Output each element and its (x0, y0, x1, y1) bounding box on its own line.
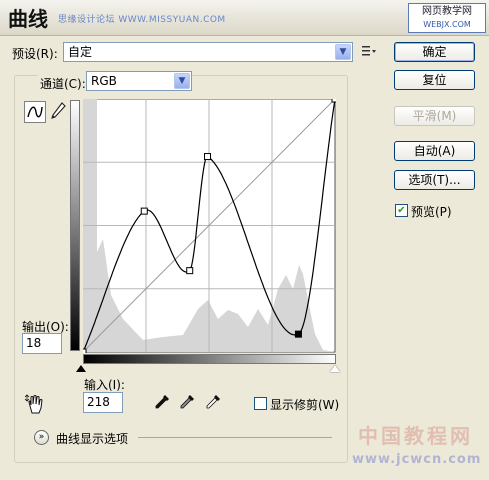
preset-select[interactable]: 自定 ▼ (63, 42, 353, 62)
watermark-url: www.jcwcn.com (352, 452, 482, 467)
show-clipping-label: 显示修剪(W) (270, 398, 340, 412)
curve-point-tool-icon[interactable] (24, 101, 46, 123)
site-badge-url: WEBJX.COM (423, 20, 471, 29)
watermark-text: 中国教程网 (358, 424, 473, 448)
input-label: 输入(I): (84, 378, 125, 392)
options-button[interactable]: 选项(T)... (394, 170, 475, 190)
pencil-tool-icon[interactable] (49, 101, 67, 123)
chevron-down-icon: ▼ (174, 73, 190, 89)
dialog-title: 曲线 (8, 7, 48, 31)
on-image-adjust-hand-icon[interactable] (24, 393, 46, 415)
smooth-button[interactable]: 平滑(M) (394, 106, 475, 126)
channel-value: RGB (91, 74, 117, 88)
site-badge: 网页教学网 WEBJX.COM (408, 3, 486, 33)
output-field[interactable]: 18 (22, 333, 62, 354)
preset-options-icon[interactable] (360, 44, 378, 60)
curve-display-options-label: 曲线显示选项 (56, 432, 129, 446)
title-watermark: 思缘设计论坛 WWW.MISSYUAN.COM (58, 15, 226, 25)
channel-label: 通道(C): (38, 75, 88, 92)
control-point-selected[interactable] (294, 330, 302, 338)
channel-select[interactable]: RGB ▼ (86, 71, 192, 91)
input-field[interactable]: 218 (83, 392, 123, 413)
input-gradient-bar (83, 354, 336, 364)
preview-label: 预览(P) (411, 205, 452, 219)
reset-button[interactable]: 复位 (394, 70, 475, 90)
section-divider (138, 437, 332, 438)
black-point-slider[interactable] (76, 365, 86, 372)
preset-label: 预设(R): (12, 47, 58, 61)
gray-point-eyedropper-icon[interactable] (178, 393, 196, 411)
checkmark-icon: ✔ (397, 205, 406, 216)
white-point-slider[interactable] (330, 365, 340, 372)
show-clipping-checkbox[interactable] (254, 397, 267, 410)
control-point[interactable] (83, 348, 87, 353)
white-point-eyedropper-icon[interactable] (204, 393, 222, 411)
black-point-eyedropper-icon[interactable] (153, 393, 171, 411)
control-point[interactable] (140, 207, 148, 215)
preview-checkbox[interactable]: ✔ (395, 204, 408, 217)
control-point[interactable] (186, 267, 194, 275)
site-badge-name: 网页教学网 (422, 6, 472, 17)
chevron-down-icon: ▼ (335, 44, 351, 60)
expand-chevron-icon[interactable]: » (34, 430, 49, 445)
auto-button[interactable]: 自动(A) (394, 141, 475, 161)
control-point[interactable] (204, 153, 212, 161)
control-point[interactable] (331, 99, 336, 103)
preset-value: 自定 (68, 45, 93, 59)
output-gradient-bar (70, 100, 80, 351)
ok-button[interactable]: 确定 (394, 42, 475, 62)
curves-chart[interactable] (83, 99, 336, 353)
